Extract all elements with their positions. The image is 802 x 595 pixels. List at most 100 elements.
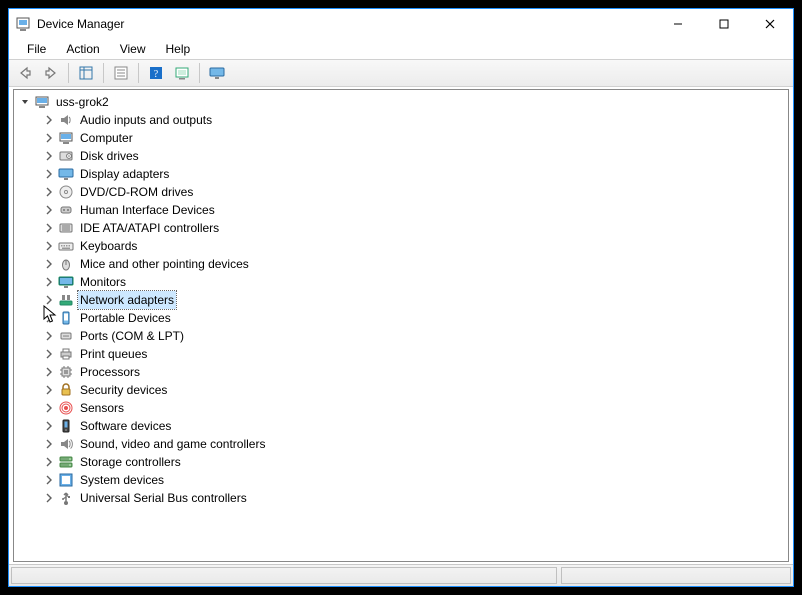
menu-file[interactable]: File — [19, 40, 54, 58]
tree-item-sensors[interactable]: Sensors — [14, 399, 788, 417]
computer-icon — [34, 94, 50, 110]
toolbar: ? — [9, 59, 793, 87]
chevron-right-icon[interactable] — [42, 185, 56, 199]
help-button[interactable]: ? — [144, 62, 168, 84]
chevron-right-icon[interactable] — [42, 275, 56, 289]
tree-item-sound[interactable]: Sound, video and game controllers — [14, 435, 788, 453]
svg-text:?: ? — [154, 69, 159, 80]
minimize-button[interactable] — [655, 9, 701, 39]
maximize-button[interactable] — [701, 9, 747, 39]
tree-item-label: IDE ATA/ATAPI controllers — [78, 219, 221, 237]
tree-root-label: uss-grok2 — [54, 93, 111, 111]
chevron-right-icon[interactable] — [42, 473, 56, 487]
tree-item-ide[interactable]: IDE ATA/ATAPI controllers — [14, 219, 788, 237]
security-icon — [58, 382, 74, 398]
monitors-icon — [58, 274, 74, 290]
chevron-right-icon[interactable] — [42, 455, 56, 469]
tree-item-mice[interactable]: Mice and other pointing devices — [14, 255, 788, 273]
tree-item-storage[interactable]: Storage controllers — [14, 453, 788, 471]
titlebar[interactable]: Device Manager — [9, 9, 793, 39]
tree-item-label: Software devices — [78, 417, 173, 435]
tree-item-label: Mice and other pointing devices — [78, 255, 251, 273]
chevron-right-icon[interactable] — [42, 167, 56, 181]
chevron-right-icon[interactable] — [42, 257, 56, 271]
tree-item-network[interactable]: Network adapters — [14, 291, 788, 309]
display-button[interactable] — [205, 62, 229, 84]
chevron-right-icon[interactable] — [42, 149, 56, 163]
chevron-right-icon[interactable] — [42, 113, 56, 127]
app-icon — [15, 16, 31, 32]
ports-icon — [58, 328, 74, 344]
chevron-down-icon[interactable] — [18, 95, 32, 109]
tree-item-label: Print queues — [78, 345, 149, 363]
tree-item-software[interactable]: Software devices — [14, 417, 788, 435]
chevron-right-icon[interactable] — [42, 131, 56, 145]
device-manager-window: Device Manager File Action View Help — [8, 8, 794, 587]
chevron-right-icon[interactable] — [42, 293, 56, 307]
chevron-right-icon[interactable] — [42, 437, 56, 451]
sensors-icon — [58, 400, 74, 416]
tree-item-usb[interactable]: Universal Serial Bus controllers — [14, 489, 788, 507]
tree-item-processors[interactable]: Processors — [14, 363, 788, 381]
tree-item-security[interactable]: Security devices — [14, 381, 788, 399]
tree-root[interactable]: uss-grok2 — [14, 93, 788, 111]
window-controls — [655, 9, 793, 39]
back-button[interactable] — [13, 62, 37, 84]
chevron-right-icon[interactable] — [42, 347, 56, 361]
status-left — [11, 567, 557, 584]
tree-item-keyboards[interactable]: Keyboards — [14, 237, 788, 255]
tree-item-label: DVD/CD-ROM drives — [78, 183, 195, 201]
chevron-right-icon[interactable] — [42, 419, 56, 433]
tree-item-label: Portable Devices — [78, 309, 173, 327]
network-icon — [58, 292, 74, 308]
toolbar-separator — [138, 63, 139, 83]
tree-item-display[interactable]: Display adapters — [14, 165, 788, 183]
menu-action[interactable]: Action — [58, 40, 107, 58]
chevron-right-icon[interactable] — [42, 221, 56, 235]
storage-icon — [58, 454, 74, 470]
chevron-right-icon[interactable] — [42, 329, 56, 343]
chevron-right-icon[interactable] — [42, 239, 56, 253]
tree-pane[interactable]: uss-grok2Audio inputs and outputsCompute… — [13, 89, 789, 562]
tree-item-audio[interactable]: Audio inputs and outputs — [14, 111, 788, 129]
tree-item-portable[interactable]: Portable Devices — [14, 309, 788, 327]
chevron-right-icon[interactable] — [42, 311, 56, 325]
tree-item-label: Human Interface Devices — [78, 201, 217, 219]
tree-item-label: System devices — [78, 471, 166, 489]
tree-item-label: Sound, video and game controllers — [78, 435, 267, 453]
scan-button[interactable] — [170, 62, 194, 84]
chevron-right-icon[interactable] — [42, 401, 56, 415]
menu-view[interactable]: View — [112, 40, 154, 58]
display-icon — [58, 166, 74, 182]
show-hide-tree-button[interactable] — [74, 62, 98, 84]
close-button[interactable] — [747, 9, 793, 39]
tree-item-hid[interactable]: Human Interface Devices — [14, 201, 788, 219]
tree-item-label: Display adapters — [78, 165, 171, 183]
properties-button[interactable] — [109, 62, 133, 84]
tree-item-ports[interactable]: Ports (COM & LPT) — [14, 327, 788, 345]
print-icon — [58, 346, 74, 362]
tree-item-label: Security devices — [78, 381, 169, 399]
forward-button[interactable] — [39, 62, 63, 84]
chevron-right-icon[interactable] — [42, 491, 56, 505]
ide-icon — [58, 220, 74, 236]
tree-item-print[interactable]: Print queues — [14, 345, 788, 363]
tree-item-label: Audio inputs and outputs — [78, 111, 214, 129]
tree-item-disk[interactable]: Disk drives — [14, 147, 788, 165]
tree-item-computer[interactable]: Computer — [14, 129, 788, 147]
tree-item-label: Ports (COM & LPT) — [78, 327, 186, 345]
chevron-right-icon[interactable] — [42, 365, 56, 379]
dvd-icon — [58, 184, 74, 200]
chevron-right-icon[interactable] — [42, 383, 56, 397]
chevron-right-icon[interactable] — [42, 203, 56, 217]
tree-item-system[interactable]: System devices — [14, 471, 788, 489]
mice-icon — [58, 256, 74, 272]
statusbar — [9, 564, 793, 586]
tree-item-monitors[interactable]: Monitors — [14, 273, 788, 291]
portable-icon — [58, 310, 74, 326]
tree-item-label: Disk drives — [78, 147, 141, 165]
processors-icon — [58, 364, 74, 380]
tree-item-dvd[interactable]: DVD/CD-ROM drives — [14, 183, 788, 201]
menu-help[interactable]: Help — [158, 40, 199, 58]
toolbar-separator — [199, 63, 200, 83]
